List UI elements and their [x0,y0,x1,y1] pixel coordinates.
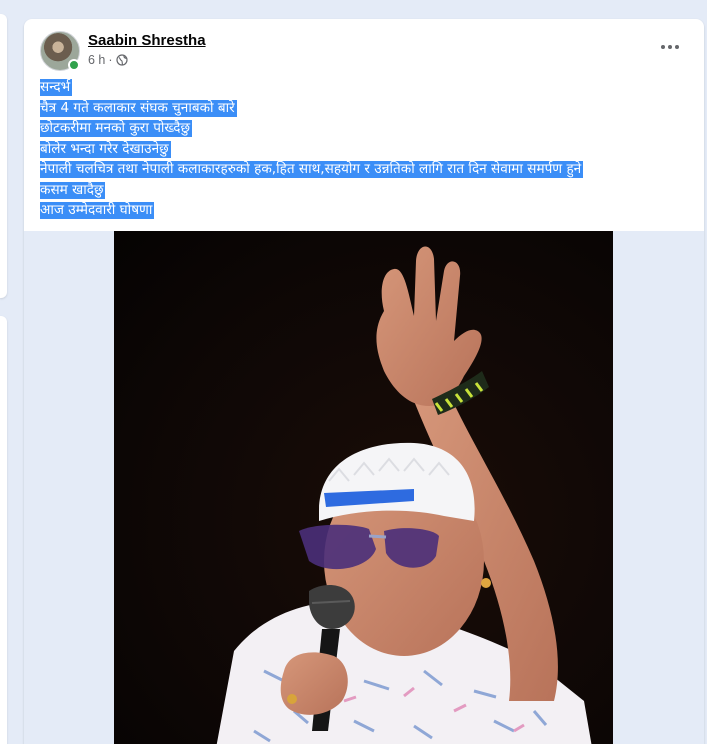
post-text-line: नेपाली चलचित्र तथा नेपाली कलाकारहरुको हक… [40,161,584,178]
author-name-link[interactable]: Saabin Shrestha [88,32,206,49]
more-options-icon [661,45,679,49]
post-text-line: बोलेर भन्दा गरेर देखाउनेछु [40,140,171,158]
post-text-line: आज उम्मेदवारी घोषणा [40,202,155,219]
post-media [24,231,704,744]
post-meta: 6 h · [88,53,128,67]
post-card: Saabin Shrestha 6 h · सन्दर्भ चैत्र 4 गत… [24,19,704,744]
adjacent-card [0,316,7,744]
post-text-line: सन्दर्भ [40,79,73,96]
post-text-line: कसम खादैछु [40,181,106,199]
post-text-line: चैत्र 4 गते कलाकार संघक चुनाबको बारे [40,99,237,117]
post-photo[interactable] [114,231,613,744]
post-text-line: छोटकरीमा मनको कुरा पोख्दैछु [40,120,192,137]
photo-illustration [216,246,592,744]
more-options-button[interactable] [654,35,686,59]
adjacent-card [0,14,7,298]
post-timestamp[interactable]: 6 h [88,53,105,67]
post-message[interactable]: सन्दर्भ चैत्र 4 गते कलाकार संघक चुनाबको … [40,77,690,221]
globe-icon[interactable] [115,54,128,66]
online-status-indicator [68,59,80,71]
meta-separator: · [108,53,113,67]
